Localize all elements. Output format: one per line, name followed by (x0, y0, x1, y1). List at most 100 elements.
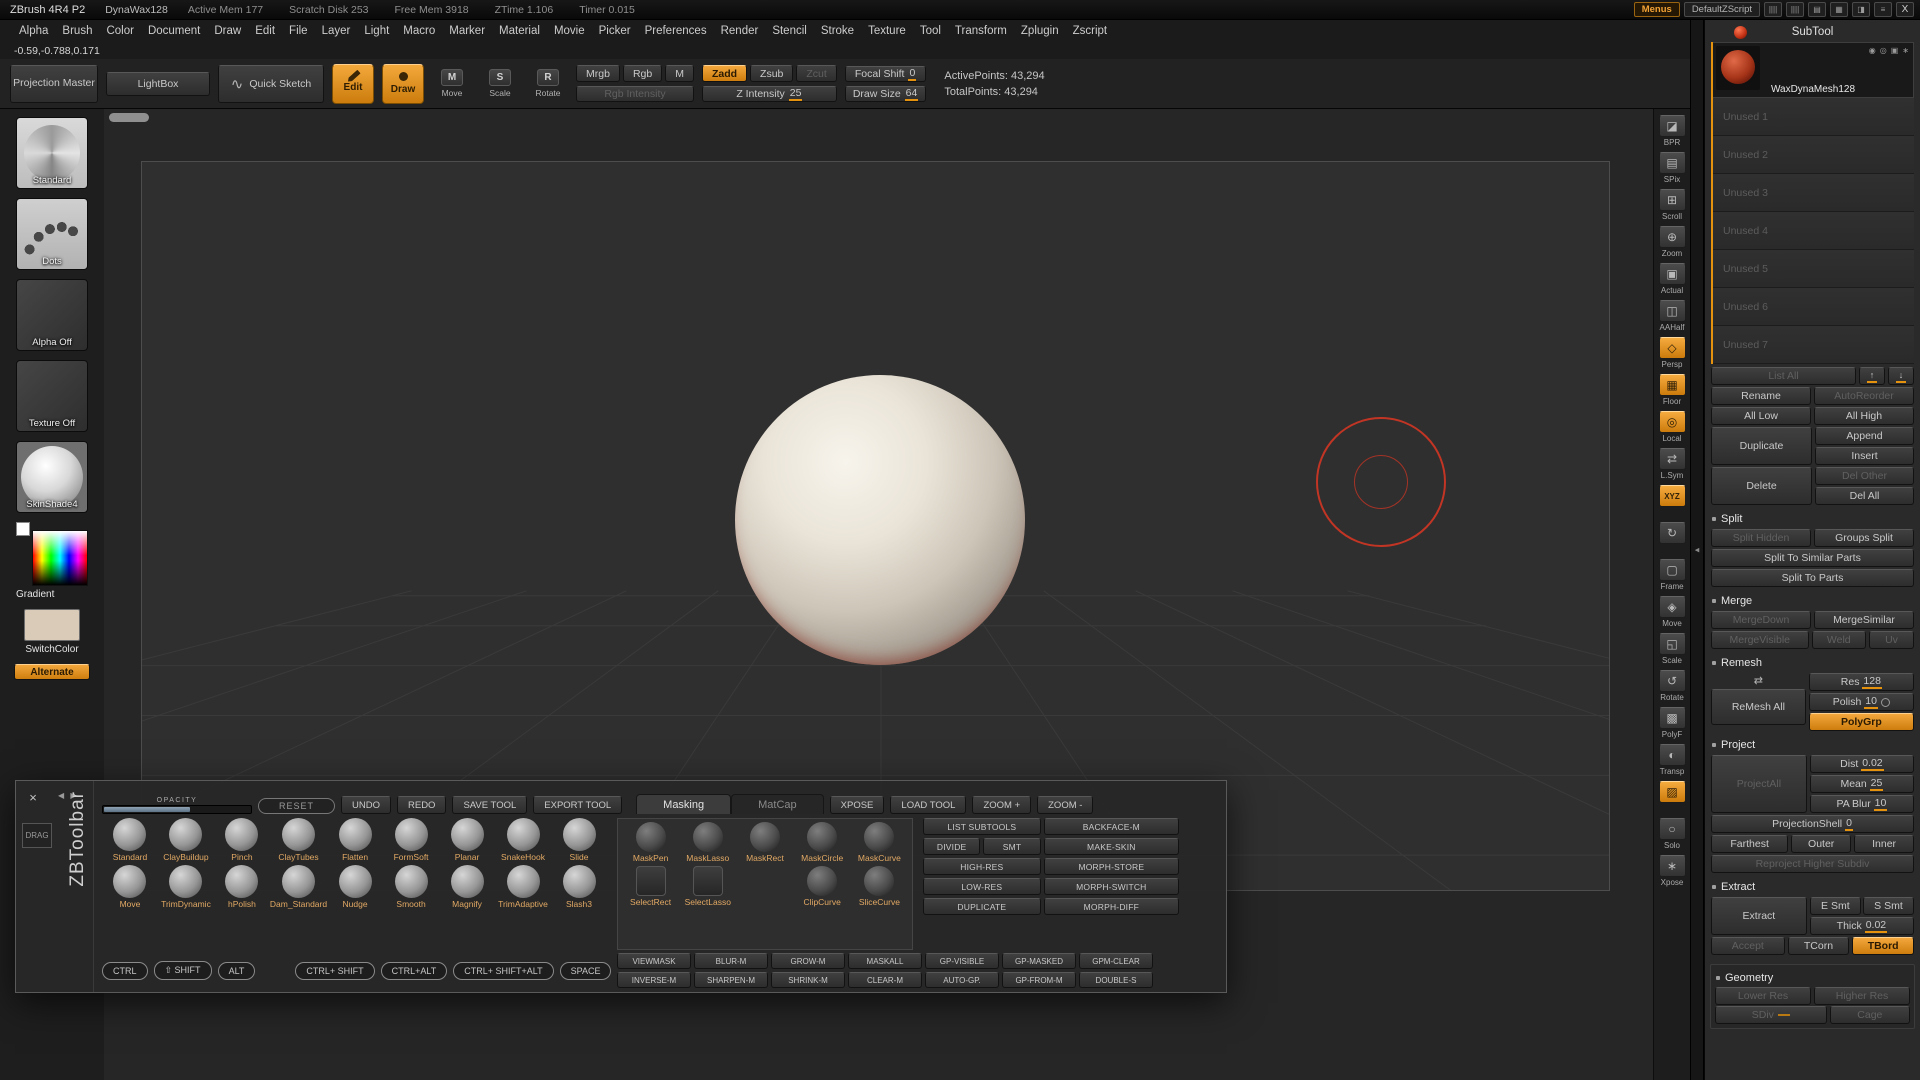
current-texture-well[interactable]: Texture Off (16, 360, 88, 432)
save-tool-button[interactable]: SAVE TOOL (452, 796, 528, 814)
redo-button[interactable]: REDO (397, 796, 447, 814)
list-subtools-button[interactable]: LIST SUBTOOLS (923, 818, 1041, 835)
mask-op-button[interactable]: SHARPEN-M (694, 972, 768, 988)
menu-item[interactable]: Document (141, 22, 207, 40)
brush-item[interactable]: hPolish (214, 865, 270, 909)
high-res-button[interactable]: HIGH-RES (923, 858, 1041, 875)
rgb-intensity-slider[interactable]: Rgb Intensity (576, 86, 694, 102)
brush-item[interactable]: Dam_Standard (270, 865, 327, 909)
project-all-button[interactable]: ProjectAll (1711, 755, 1807, 813)
geometry-section-header[interactable]: Geometry (1716, 972, 1909, 984)
mask-op-button[interactable]: AUTO-GP. (925, 972, 999, 988)
current-brush-well[interactable]: Standard (16, 117, 88, 189)
mask-op-button[interactable]: DOUBLE-S (1079, 972, 1153, 988)
s-smt-button[interactable]: S Smt (1862, 897, 1915, 915)
brush-item[interactable]: Planar (439, 818, 495, 862)
menu-item[interactable]: Stroke (814, 22, 861, 40)
duplicate-tool-button[interactable]: DUPLICATE (923, 898, 1041, 915)
menu-item[interactable]: Draw (207, 22, 248, 40)
make-skin-button[interactable]: MAKE-SKIN (1043, 838, 1179, 855)
shelf-item[interactable]: ⇄ L.Sym (1658, 448, 1686, 480)
morph-switch-button[interactable]: MORPH-SWITCH (1043, 878, 1179, 895)
customize-sliders-icon[interactable]: |||| (1764, 2, 1782, 17)
subtool-slot[interactable]: Unused 1 (1713, 98, 1914, 136)
shelf-item[interactable]: ↻ (1658, 522, 1686, 554)
brush-item[interactable]: Standard (102, 818, 158, 862)
higher-res-button[interactable]: Higher Res (1814, 987, 1910, 1005)
menu-item[interactable]: Texture (861, 22, 913, 40)
subtool-slot[interactable]: Unused 3 (1713, 174, 1914, 212)
all-low-button[interactable]: All Low (1711, 407, 1811, 425)
modifier-key[interactable]: CTRL+ALT (380, 961, 448, 980)
brush-item[interactable]: FormSoft (383, 818, 439, 862)
menu-lines-icon[interactable]: ≡ (1874, 2, 1892, 17)
gradient-picker-icon[interactable] (32, 530, 88, 586)
subtool-up-button[interactable]: ↑ (1859, 367, 1885, 385)
canvas-scroll-handle[interactable] (109, 113, 149, 122)
switch-color-widget[interactable]: SwitchColor (16, 609, 88, 655)
zsub-button[interactable]: Zsub (750, 65, 794, 82)
brush-item[interactable]: Pinch (214, 818, 270, 862)
subtool-header[interactable]: SubTool (1710, 22, 1915, 42)
zoom-out-button[interactable]: ZOOM - (1037, 796, 1094, 814)
subtool-slot[interactable]: Unused 7 (1713, 326, 1914, 364)
active-subtool-row[interactable]: ◉ ◎ ▣ ∗ WaxDynaMesh128 (1713, 42, 1914, 98)
shelf-item[interactable]: ∗ Xpose (1658, 855, 1686, 887)
mask-op-button[interactable]: GP-VISIBLE (925, 953, 999, 969)
drag-handle[interactable]: DRAG (22, 823, 52, 848)
rgb-button[interactable]: Rgb (622, 65, 663, 82)
outer-button[interactable]: Outer (1791, 835, 1852, 853)
shelf-item[interactable]: ◎ Local (1658, 411, 1686, 443)
shelf-item[interactable]: ↺ Rotate (1658, 670, 1686, 702)
shelf-item[interactable]: ◪ BPR (1658, 115, 1686, 147)
menu-item[interactable]: Light (357, 22, 396, 40)
mask-op-button[interactable]: INVERSE-M (617, 972, 691, 988)
shelf-item[interactable]: XYZ (1658, 485, 1686, 517)
brush-item[interactable]: TrimAdaptive (495, 865, 551, 909)
menu-item[interactable]: Brush (55, 22, 99, 40)
alternate-button[interactable]: Alternate (14, 664, 90, 680)
dist-slider[interactable]: Dist 0.02 (1809, 755, 1914, 773)
uv-button[interactable]: Uv (1869, 631, 1914, 649)
del-other-button[interactable]: Del Other (1815, 467, 1914, 485)
menu-item[interactable]: Transform (948, 22, 1014, 40)
edit-mode-button[interactable]: Edit (332, 63, 374, 104)
divider-bars-icon[interactable]: |||| (1786, 2, 1804, 17)
inner-button[interactable]: Inner (1854, 835, 1914, 853)
brush-item[interactable]: TrimDynamic (158, 865, 214, 909)
mask-tool-item[interactable]: MaskRect (736, 822, 793, 863)
zcut-button[interactable]: Zcut (796, 65, 837, 82)
shelf-item[interactable]: ◐ Transp (1658, 744, 1686, 776)
divider-handle-icon[interactable]: ◂ (1695, 545, 1700, 556)
shelf-item[interactable]: ▦ Floor (1658, 374, 1686, 406)
shelf-item[interactable]: ○ Solo (1658, 818, 1686, 850)
modifier-key[interactable]: ⇧ SHIFT (153, 961, 212, 980)
polish-mode-toggle-icon[interactable] (1880, 697, 1890, 707)
subtool-slot[interactable]: Unused 5 (1713, 250, 1914, 288)
e-smt-button[interactable]: E Smt (1809, 897, 1861, 915)
shelf-item[interactable]: ▩ PolyF (1658, 707, 1686, 739)
scale-mode-button[interactable]: S Scale (480, 64, 520, 104)
menu-item[interactable]: Stencil (765, 22, 814, 40)
menu-item[interactable]: Render (714, 22, 766, 40)
remesh-all-button[interactable]: ReMesh All (1711, 689, 1806, 725)
res-slider[interactable]: Res 128 (1808, 673, 1914, 691)
extract-button[interactable]: Extract (1711, 897, 1807, 935)
menu-item[interactable]: Color (99, 22, 140, 40)
brush-item[interactable]: Flatten (327, 818, 383, 862)
lightbox-button[interactable]: LightBox (106, 71, 210, 96)
grid-panel-icon[interactable]: ▦ (1830, 2, 1848, 17)
sculpt-sphere-mesh[interactable] (735, 375, 1025, 665)
subtool-slot[interactable]: Unused 4 (1713, 212, 1914, 250)
eye-closed-icon[interactable]: ◎ (1880, 46, 1887, 55)
swatch-panel-icon[interactable]: ▤ (1808, 2, 1826, 17)
del-all-button[interactable]: Del All (1815, 487, 1914, 505)
auto-reorder-button[interactable]: AutoReorder (1814, 387, 1914, 405)
load-tool-button[interactable]: LOAD TOOL (890, 796, 967, 814)
mask-tool-item[interactable]: MaskLasso (679, 822, 736, 863)
export-tool-button[interactable]: EXPORT TOOL (533, 796, 623, 814)
accept-button[interactable]: Accept (1711, 937, 1785, 955)
shelf-item[interactable]: ◇ Persp (1658, 337, 1686, 369)
insert-button[interactable]: Insert (1815, 447, 1914, 465)
merge-down-button[interactable]: MergeDown (1711, 611, 1811, 629)
